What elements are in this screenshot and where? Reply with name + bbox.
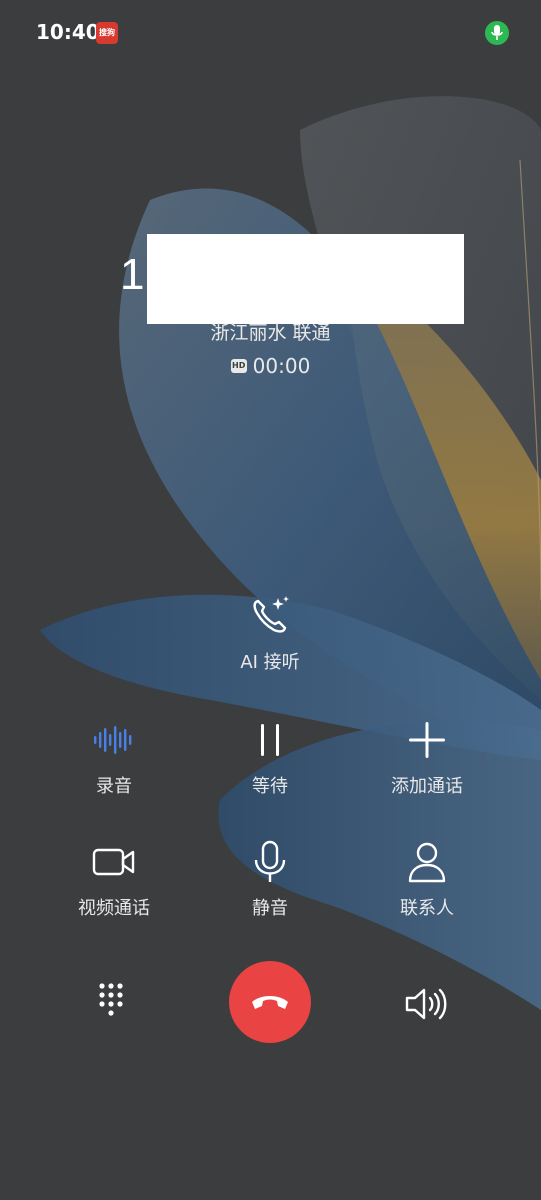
video-icon [92, 848, 135, 876]
caller-number: 1 [120, 250, 145, 299]
hold-label: 等待 [252, 776, 288, 797]
hd-badge: HD [230, 358, 247, 373]
plus-icon [409, 722, 445, 758]
mic-in-use-icon [485, 21, 509, 45]
ai-answer-button[interactable]: AI 接听 [210, 594, 330, 674]
redaction-box [147, 234, 464, 324]
contacts-label: 联系人 [400, 898, 454, 919]
caller-location: 浙江丽水 联通 [210, 322, 331, 344]
contact-icon [408, 842, 446, 883]
end-call-button[interactable] [229, 961, 311, 1043]
record-icon [94, 726, 132, 754]
video-call-button[interactable]: 视频通话 [54, 840, 174, 920]
mute-button[interactable]: 静音 [210, 840, 330, 920]
add-call-label: 添加通话 [391, 776, 463, 797]
status-time: 10:40 [36, 20, 100, 44]
call-duration-row: HD 00:00 [0, 354, 541, 378]
record-button[interactable]: 录音 [54, 718, 174, 798]
speaker-icon [405, 988, 447, 1020]
speaker-button[interactable] [404, 986, 450, 1022]
hold-button[interactable]: 等待 [210, 718, 330, 798]
hangup-icon [252, 996, 288, 1009]
dialpad-icon [99, 983, 123, 1016]
status-bar: 10:40 搜狗 [0, 0, 541, 66]
ai-phone-icon [253, 596, 289, 633]
mute-mic-icon [254, 840, 286, 882]
sogou-app-icon: 搜狗 [96, 22, 118, 44]
video-call-label: 视频通话 [78, 898, 150, 919]
record-label: 录音 [96, 776, 132, 797]
dialpad-button[interactable] [96, 982, 132, 1022]
ai-answer-label: AI 接听 [240, 652, 300, 673]
pause-icon [261, 724, 279, 756]
contacts-button[interactable]: 联系人 [367, 840, 487, 920]
call-duration: 00:00 [252, 354, 311, 378]
add-call-button[interactable]: 添加通话 [367, 718, 487, 798]
mute-label: 静音 [252, 898, 288, 919]
